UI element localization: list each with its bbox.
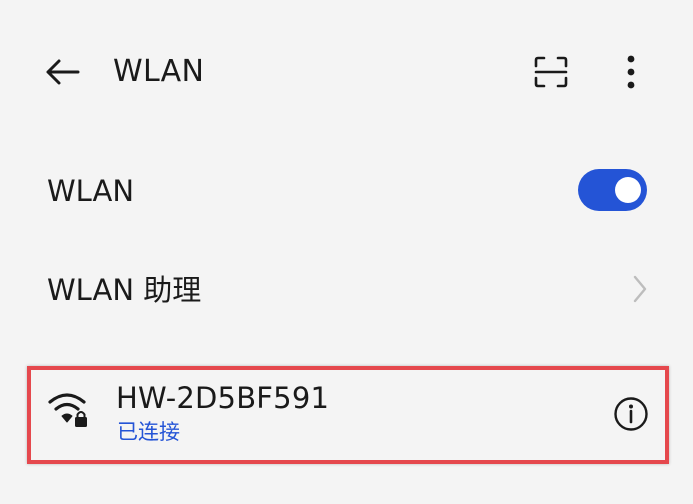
toggle-knob [615, 177, 641, 203]
wlan-toggle-row[interactable]: WLAN [0, 145, 693, 241]
wlan-assistant-row[interactable]: WLAN 助理 [0, 241, 693, 337]
toolbar: WLAN [0, 0, 693, 145]
more-vertical-icon [627, 55, 635, 89]
network-status: 已连接 [117, 420, 180, 444]
info-icon [614, 397, 648, 431]
page-title: WLAN [113, 54, 205, 89]
network-list-item[interactable]: HW-2D5BF591 已连接 [27, 366, 669, 464]
more-options-button[interactable] [609, 50, 653, 94]
chevron-right-icon [626, 273, 654, 305]
wlan-assistant-label: WLAN 助理 [47, 273, 202, 307]
scan-icon [534, 56, 568, 88]
wlan-toggle-label: WLAN [47, 174, 135, 208]
back-button[interactable] [38, 50, 86, 94]
arrow-left-icon [46, 59, 80, 85]
wifi-locked-icon [47, 390, 91, 430]
network-info-button[interactable] [609, 392, 653, 436]
scan-button[interactable] [528, 50, 574, 94]
wlan-toggle-switch[interactable] [578, 169, 647, 211]
network-ssid: HW-2D5BF591 [116, 381, 330, 415]
wlan-settings-page: WLAN WLAN WLAN 助理 HW-2D5BF591 已连接 [0, 0, 693, 504]
